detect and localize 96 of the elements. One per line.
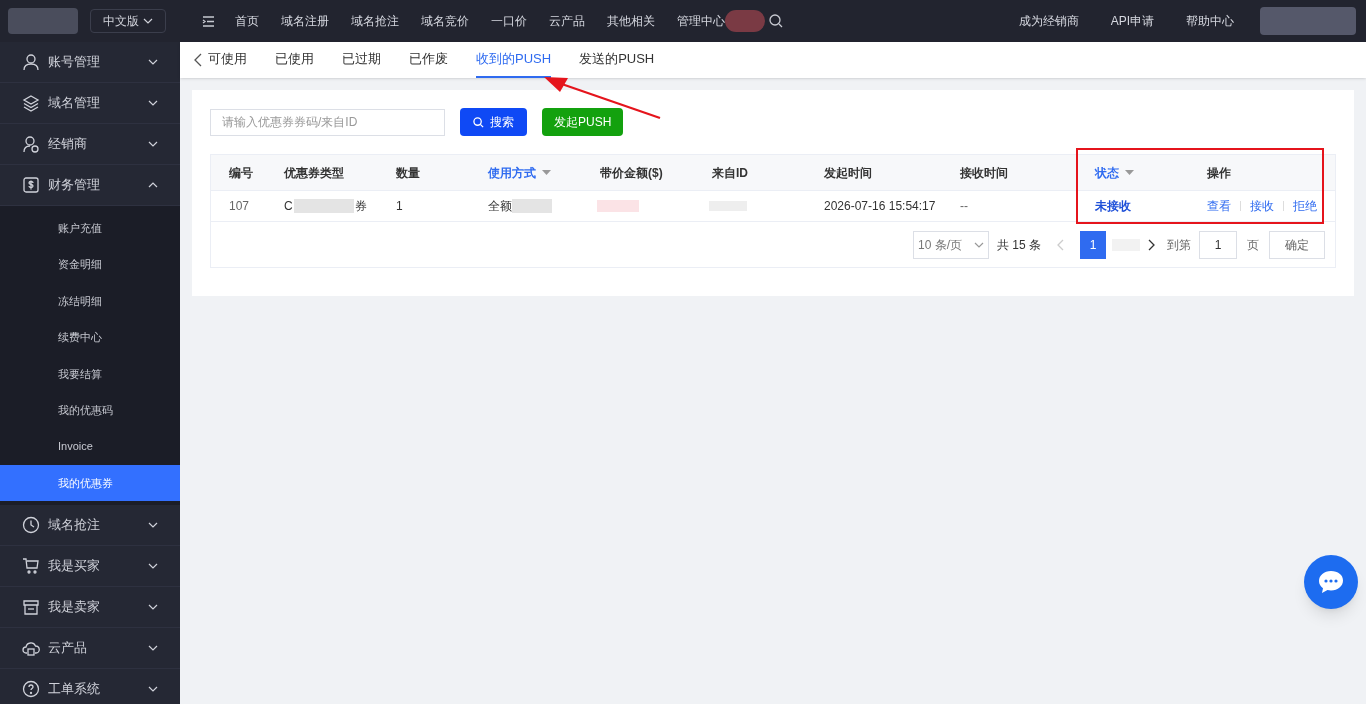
page-button[interactable]: 1 xyxy=(1080,230,1106,259)
table-cell-text: 券 xyxy=(354,198,367,215)
chat-bubble-icon xyxy=(1318,570,1344,594)
sort-caret-icon xyxy=(542,170,551,175)
chevron-down-icon xyxy=(148,100,158,106)
sidebar-item[interactable]: 资金明细 xyxy=(0,246,180,283)
header-link[interactable]: 帮助中心 xyxy=(1186,12,1234,30)
nav-link[interactable]: 一口价 xyxy=(491,12,527,30)
action-link[interactable]: 拒绝 xyxy=(1293,197,1317,215)
chevron-down-icon xyxy=(974,241,984,248)
table-cell-text: -- xyxy=(960,198,968,215)
nav-link[interactable]: 域名竞价 xyxy=(421,12,469,30)
cart-icon xyxy=(22,557,40,576)
header-link[interactable]: API申请 xyxy=(1110,12,1154,30)
sidebar-group[interactable]: 域名抢注 xyxy=(0,505,180,547)
column-header: 发起时间 xyxy=(824,164,873,182)
nav-link[interactable]: 域名注册 xyxy=(281,12,329,30)
sidebar-group[interactable]: 我是买家 xyxy=(0,546,180,588)
nav-link[interactable]: 其他相关 xyxy=(607,12,655,30)
header-link[interactable]: 成为经销商 xyxy=(1018,12,1079,30)
redaction-block xyxy=(512,199,552,213)
column-header[interactable]: 使用方式 xyxy=(488,163,600,182)
column-header: 接收时间 xyxy=(960,164,1009,182)
sidebar-item[interactable]: 我的优惠券 xyxy=(0,464,180,502)
confirm-button[interactable]: 确定 xyxy=(1269,230,1325,259)
sidebar-item[interactable]: Invoice xyxy=(0,428,180,465)
chevron-down-icon xyxy=(148,686,158,693)
language-select[interactable]: 中文版 xyxy=(90,9,166,33)
blurred-logo xyxy=(8,8,78,34)
column-header: 优惠券类型 xyxy=(284,164,345,182)
column-header: 来自ID xyxy=(712,164,749,182)
table-cell-text: C xyxy=(284,198,293,215)
status-text: 未接收 xyxy=(1095,198,1131,215)
column-header: 带价金额($) xyxy=(600,164,664,182)
dollar-document-icon xyxy=(22,176,40,194)
chevron-left-icon[interactable] xyxy=(194,53,202,67)
action-link[interactable]: 查看 xyxy=(1207,197,1231,215)
tab[interactable]: 可使用 xyxy=(208,42,247,78)
chevron-down-icon xyxy=(148,604,158,611)
search-icon[interactable] xyxy=(769,14,783,28)
sidebar-item[interactable]: 我要结算 xyxy=(0,355,180,392)
sidebar-item[interactable]: 账户充值 xyxy=(0,210,180,247)
column-header: 数量 xyxy=(396,164,421,182)
chevron-down-icon xyxy=(148,141,158,147)
column-header[interactable]: 状态 xyxy=(1095,163,1207,182)
sidebar-item[interactable]: 我的优惠码 xyxy=(0,391,180,429)
menu-toggle-icon[interactable] xyxy=(202,15,215,27)
tab[interactable]: 发送的PUSH xyxy=(579,42,655,78)
nav-link[interactable]: 云产品 xyxy=(549,12,585,30)
table-cell-text: 全额 xyxy=(488,198,512,215)
tab[interactable]: 已作废 xyxy=(409,42,448,78)
sidebar-group[interactable]: 工单系统 xyxy=(0,669,180,704)
column-header: 操作 xyxy=(1207,164,1232,182)
chevron-down-icon xyxy=(148,59,158,65)
table-cell-text: 107 xyxy=(229,198,250,215)
page-size-select[interactable]: 10 条/页 xyxy=(913,230,989,259)
table-cell-text: 1 xyxy=(396,198,403,215)
chevron-down-icon xyxy=(148,522,158,529)
blurred-badge xyxy=(725,10,765,32)
nav-link[interactable]: 首页 xyxy=(235,12,259,30)
tab[interactable]: 已过期 xyxy=(342,42,381,78)
nav-link[interactable]: 域名抢注 xyxy=(351,12,399,30)
tab[interactable]: 已使用 xyxy=(275,42,314,78)
action-link[interactable]: 接收 xyxy=(1250,197,1274,215)
page-unit: 页 xyxy=(1247,236,1259,254)
page-input[interactable]: 1 xyxy=(1199,230,1237,259)
next-page-icon[interactable] xyxy=(1148,238,1155,251)
sidebar-item[interactable]: 续费中心 xyxy=(0,319,180,356)
sidebar-group[interactable]: 云产品 xyxy=(0,628,180,670)
nav-link[interactable]: 管理中心 xyxy=(677,12,725,30)
total-count: 共 15 条 xyxy=(997,236,1041,254)
sidebar-group[interactable]: 我是卖家 xyxy=(0,587,180,629)
search-button[interactable]: 搜索 xyxy=(460,108,527,136)
layers-icon xyxy=(22,94,40,112)
redaction-block xyxy=(597,200,639,212)
search-icon xyxy=(473,116,484,128)
store-icon xyxy=(22,598,40,617)
chat-button[interactable] xyxy=(1304,555,1358,609)
chevron-down-icon xyxy=(143,18,153,24)
chevron-down-icon xyxy=(148,563,158,570)
goto-label: 到第 xyxy=(1167,236,1191,254)
cloud-icon xyxy=(22,639,40,658)
sidebar-group[interactable]: 经销商 xyxy=(0,124,180,165)
help-icon xyxy=(22,680,40,699)
person-badge-icon xyxy=(22,135,40,153)
chevron-down-icon xyxy=(148,645,158,652)
sort-caret-icon xyxy=(1125,170,1134,175)
sidebar-group[interactable]: 域名管理 xyxy=(0,83,180,124)
table-cell-text: 2026-07-16 15:54:17 xyxy=(824,198,936,215)
redaction-block xyxy=(293,199,354,213)
sidebar-item[interactable]: 冻结明细 xyxy=(0,282,180,320)
user-icon xyxy=(22,53,40,71)
search-field[interactable]: 请输入优惠券券码/来自ID xyxy=(210,108,445,136)
column-header: 编号 xyxy=(229,164,254,182)
chevron-up-icon xyxy=(148,182,158,188)
clock-icon xyxy=(22,516,40,535)
